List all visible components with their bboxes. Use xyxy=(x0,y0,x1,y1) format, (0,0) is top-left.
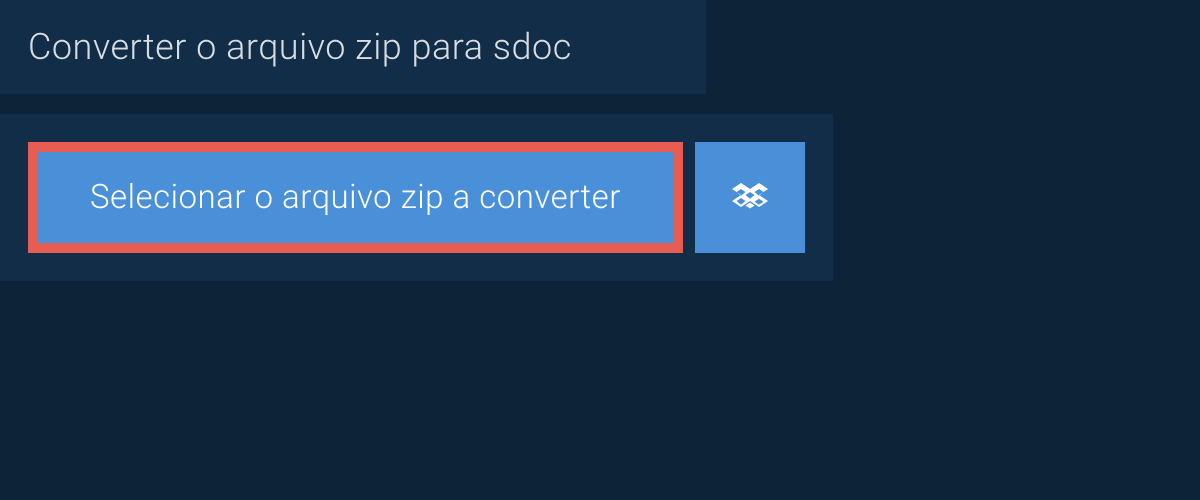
title-bar: Converter o arquivo zip para sdoc xyxy=(0,0,706,94)
page-title: Converter o arquivo zip para sdoc xyxy=(28,26,678,68)
select-file-button[interactable]: Selecionar o arquivo zip a converter xyxy=(28,142,683,253)
converter-panel: Converter o arquivo zip para sdoc Seleci… xyxy=(0,0,1200,281)
dropbox-icon xyxy=(732,180,768,216)
button-section: Selecionar o arquivo zip a converter xyxy=(0,114,833,281)
select-file-label: Selecionar o arquivo zip a converter xyxy=(90,178,621,217)
dropbox-button[interactable] xyxy=(695,142,805,253)
